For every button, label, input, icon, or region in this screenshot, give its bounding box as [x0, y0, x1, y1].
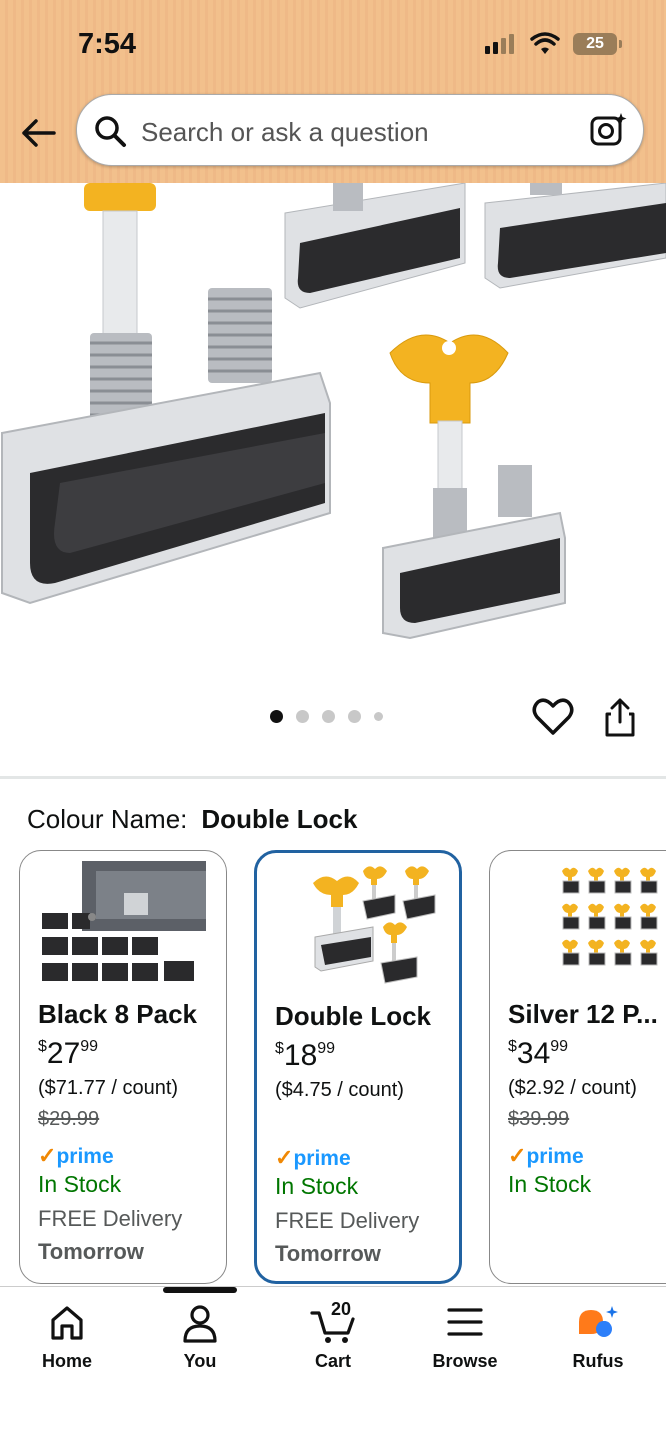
- prime-check-icon: ✓: [38, 1143, 57, 1168]
- prime-badge: ✓prime: [38, 1143, 114, 1168]
- nav-home[interactable]: Home: [7, 1287, 127, 1387]
- battery-icon: 25: [573, 33, 622, 55]
- camera-lens-icon[interactable]: [587, 109, 629, 151]
- pagination-dot[interactable]: [270, 710, 283, 723]
- variation-name: Silver 12 P...: [508, 999, 658, 1029]
- delivery-day: Tomorrow: [275, 1241, 381, 1266]
- cart-icon: [310, 1311, 355, 1343]
- heart-icon[interactable]: [532, 697, 574, 737]
- product-photo: [1, 183, 666, 640]
- unit-price: ($71.77 / count): [38, 1077, 179, 1099]
- back-arrow-icon[interactable]: [18, 113, 58, 153]
- search-bar[interactable]: Search or ask a question: [76, 94, 644, 166]
- unit-price: ($4.75 / count): [275, 1079, 404, 1101]
- prime-check-icon: ✓: [508, 1143, 527, 1168]
- variation-card-silver-12-pack[interactable]: Silver 12 P... $3499 ($2.92 / count) $39…: [489, 850, 666, 1284]
- menu-icon: [447, 1308, 483, 1336]
- variation-card-double-lock[interactable]: Double Lock $1899 ($4.75 / count) ✓prime…: [254, 850, 462, 1284]
- person-icon: [183, 1305, 217, 1343]
- colour-selected-value: Double Lock: [201, 804, 358, 834]
- rufus-icon: [579, 1306, 618, 1337]
- nav-you[interactable]: You: [140, 1287, 260, 1387]
- home-icon: [51, 1306, 83, 1340]
- delivery-text: FREE Delivery: [275, 1208, 420, 1233]
- section-divider: [0, 776, 666, 779]
- nav-cart-label: Cart: [314, 1351, 351, 1371]
- was-price: $39.99: [508, 1108, 570, 1130]
- variation-thumbnail: [561, 867, 658, 966]
- variation-price: $2799: [38, 1037, 99, 1070]
- pagination-dot[interactable]: [296, 710, 309, 723]
- nav-browse[interactable]: Browse: [405, 1287, 525, 1387]
- pagination-dot[interactable]: [374, 712, 383, 721]
- wifi-icon: [530, 32, 560, 54]
- share-icon[interactable]: [603, 697, 637, 739]
- search-input[interactable]: Search or ask a question: [141, 117, 429, 148]
- pagination-dot[interactable]: [348, 710, 361, 723]
- variation-name: Double Lock: [275, 1001, 432, 1031]
- bottom-nav: Home You 20 Cart Browse Rufus: [0, 1286, 666, 1440]
- stock-status: In Stock: [38, 1171, 122, 1197]
- prime-check-icon: ✓: [275, 1145, 294, 1170]
- was-price: $29.99: [38, 1108, 100, 1130]
- variation-card-black-8-pack[interactable]: Black 8 Pack $2799 ($71.77 / count) $29.…: [19, 850, 227, 1284]
- prime-badge: ✓prime: [508, 1143, 584, 1168]
- search-icon: [95, 116, 126, 147]
- variation-thumbnail: [313, 866, 436, 984]
- pagination-dot[interactable]: [322, 710, 335, 723]
- signal-icon: [485, 34, 514, 54]
- nav-browse-label: Browse: [432, 1351, 498, 1371]
- nav-rufus-label: Rufus: [572, 1351, 624, 1371]
- nav-home-label: Home: [41, 1351, 92, 1371]
- status-time: 7:54: [78, 28, 137, 60]
- stock-status: In Stock: [508, 1171, 592, 1197]
- delivery-text: FREE Delivery: [38, 1206, 183, 1231]
- colour-label: Colour Name:: [27, 804, 188, 834]
- unit-price: ($2.92 / count): [508, 1077, 637, 1099]
- delivery-day: Tomorrow: [38, 1239, 144, 1264]
- variation-price: $3499: [508, 1037, 569, 1070]
- nav-cart[interactable]: 20 Cart: [273, 1287, 393, 1387]
- colour-name-row: Colour Name: Double Lock: [27, 804, 357, 835]
- nav-you-label: You: [183, 1351, 217, 1371]
- variation-price: $1899: [275, 1039, 336, 1072]
- header-bar: 7:54 25 Search or ask a question: [0, 0, 666, 183]
- prime-badge: ✓prime: [275, 1145, 351, 1170]
- gallery-pagination[interactable]: [270, 710, 383, 723]
- product-image[interactable]: [0, 183, 666, 683]
- stock-status: In Stock: [275, 1173, 359, 1199]
- nav-rufus[interactable]: Rufus: [538, 1287, 658, 1387]
- active-tab-indicator: [163, 1287, 237, 1293]
- variation-thumbnail: [42, 861, 206, 981]
- variation-name: Black 8 Pack: [38, 999, 198, 1029]
